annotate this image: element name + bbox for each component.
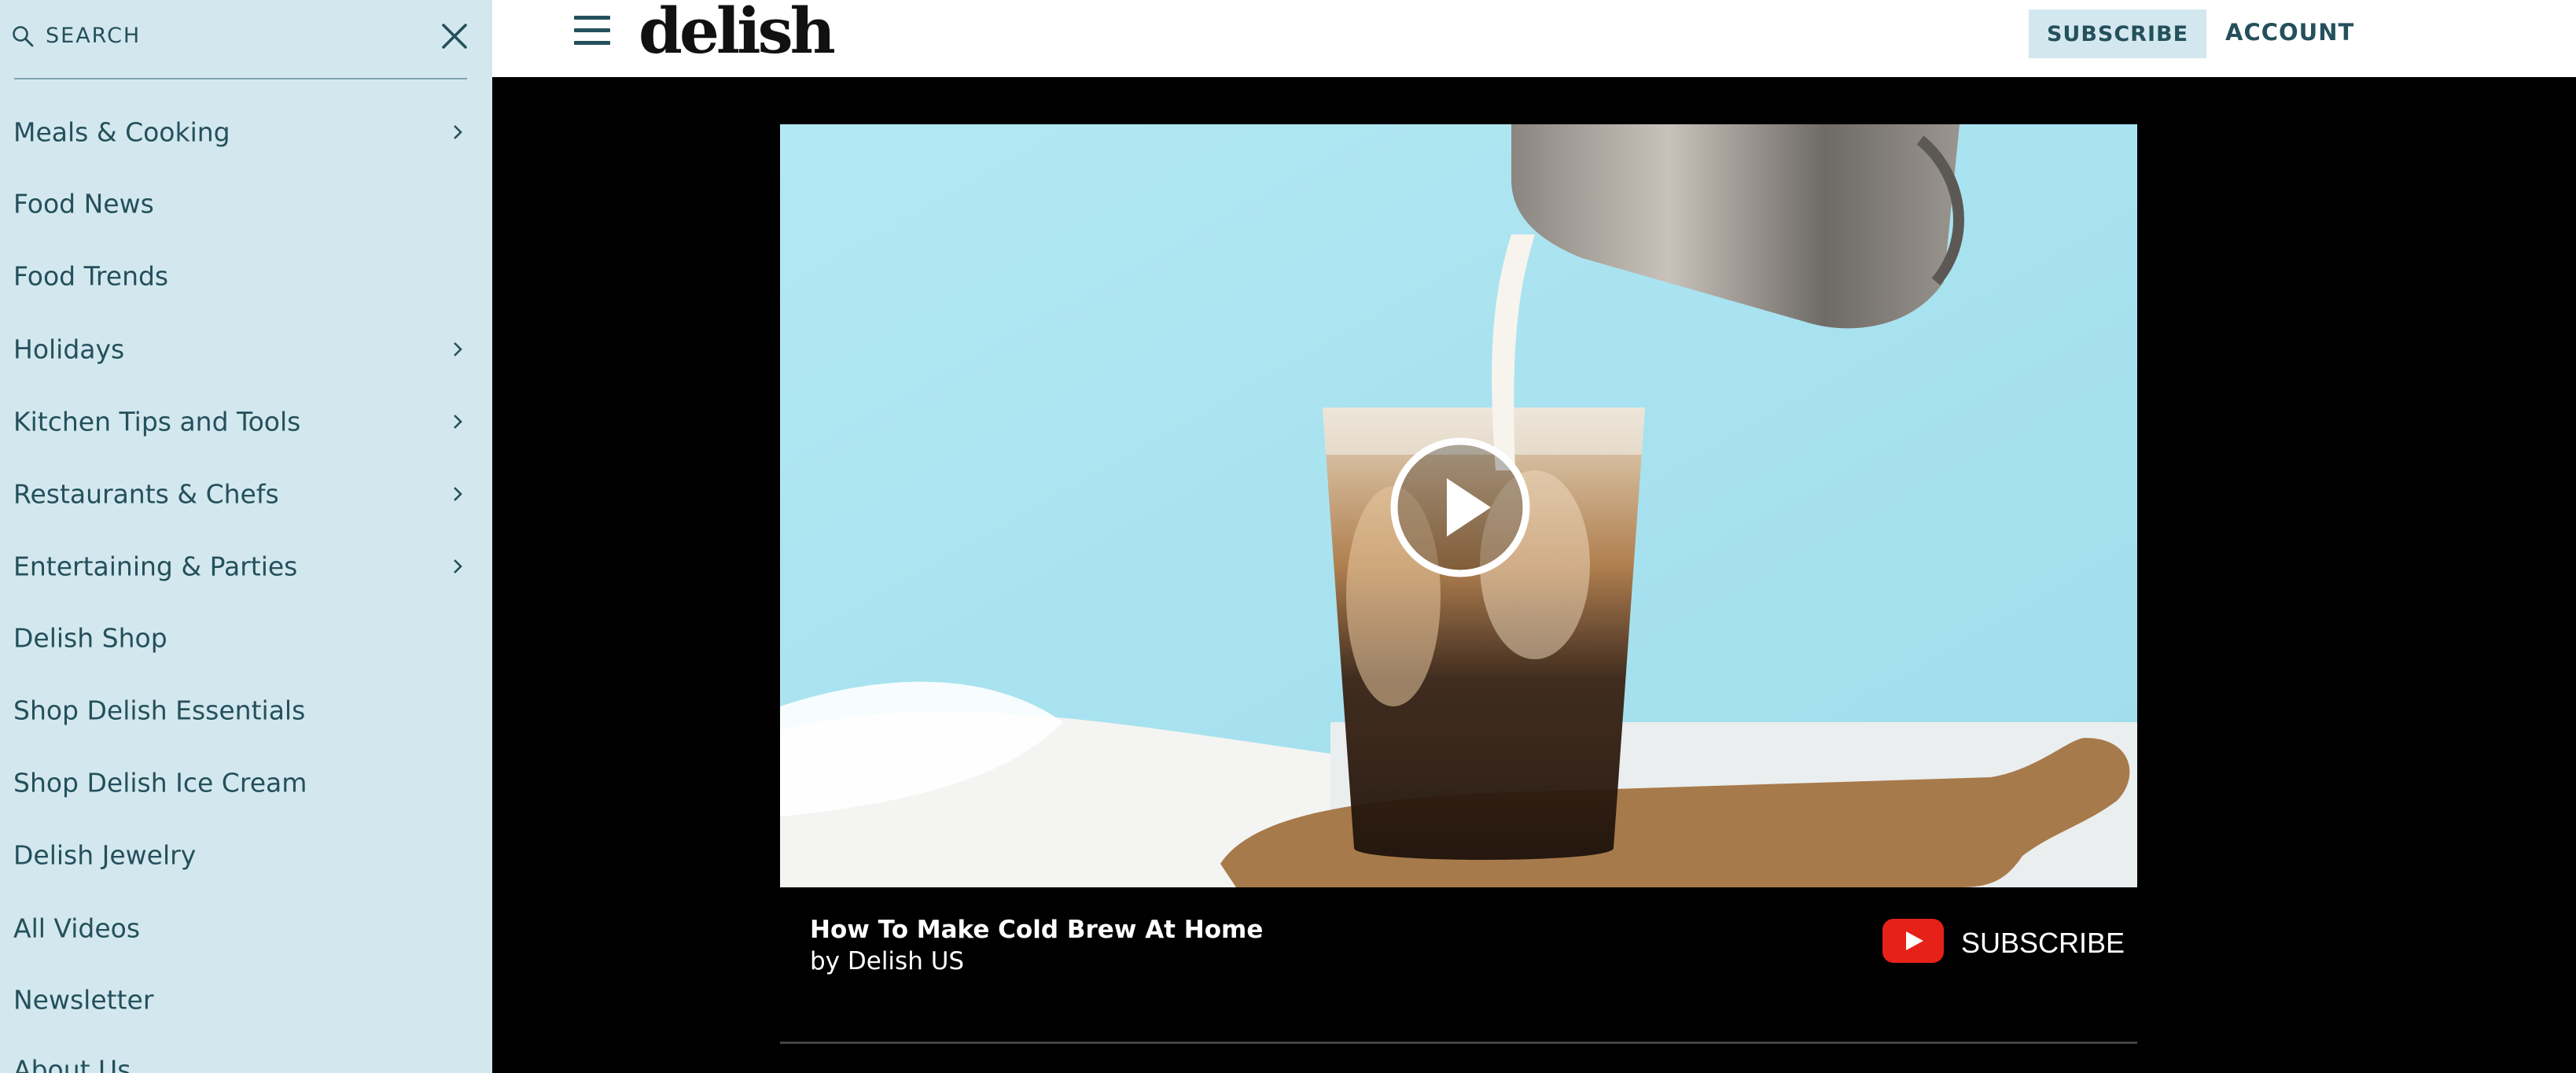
site-header: delish SUBSCRIBE ACCOUNT — [492, 0, 2576, 77]
video-author: by Delish US — [810, 947, 965, 975]
sidebar-item-label: Restaurants & Chefs — [13, 478, 279, 510]
chevron-right-icon — [454, 415, 462, 429]
sidebar-item-label: Kitchen Tips and Tools — [13, 406, 301, 437]
sidebar-item-all-videos[interactable]: All Videos — [0, 897, 492, 960]
sidebar-item-entertaining-parties[interactable]: Entertaining & Parties — [0, 535, 492, 598]
chevron-right-icon — [454, 342, 462, 356]
sidebar-item-about-us[interactable]: About Us — [0, 1038, 492, 1073]
sidebar-menu: SEARCH Meals & Cooking Food News Food Tr… — [0, 0, 492, 1073]
sidebar-item-delish-shop[interactable]: Delish Shop — [0, 607, 492, 669]
sidebar-item-meals-cooking[interactable]: Meals & Cooking — [0, 101, 492, 164]
chevron-right-icon — [454, 125, 462, 139]
chevron-right-icon — [454, 487, 462, 501]
site-logo[interactable]: delish — [638, 0, 836, 68]
sidebar-item-holidays[interactable]: Holidays — [0, 318, 492, 381]
youtube-subscribe-label: SUBSCRIBE — [1961, 927, 2125, 959]
sidebar-item-label: Food News — [13, 188, 154, 219]
content-divider — [780, 1042, 2137, 1044]
subscribe-button[interactable]: SUBSCRIBE — [2029, 9, 2206, 58]
sidebar-item-label: Delish Jewelry — [13, 839, 197, 871]
sidebar-item-label: Shop Delish Essentials — [13, 695, 306, 726]
sidebar-item-label: Newsletter — [13, 984, 154, 1016]
sidebar-item-food-trends[interactable]: Food Trends — [0, 245, 492, 308]
sidebar-item-label: About Us — [13, 1054, 131, 1073]
search-input[interactable]: SEARCH — [46, 24, 141, 48]
play-button-icon[interactable] — [1390, 437, 1530, 577]
hamburger-menu-icon[interactable] — [574, 16, 610, 49]
video-title: How To Make Cold Brew At Home — [810, 916, 1264, 944]
sidebar-item-shop-delish-essentials[interactable]: Shop Delish Essentials — [0, 679, 492, 742]
search-divider — [14, 78, 467, 79]
sidebar-item-delish-jewelry[interactable]: Delish Jewelry — [0, 824, 492, 887]
sidebar-item-label: All Videos — [13, 913, 141, 944]
search-icon — [13, 26, 34, 47]
account-link[interactable]: ACCOUNT — [2225, 19, 2354, 46]
sidebar-item-label: Meals & Cooking — [13, 116, 230, 148]
chevron-right-icon — [454, 559, 462, 573]
close-icon[interactable] — [439, 20, 470, 52]
sidebar-item-label: Entertaining & Parties — [13, 551, 298, 582]
sidebar-item-newsletter[interactable]: Newsletter — [0, 968, 492, 1031]
sidebar-item-label: Holidays — [13, 334, 125, 365]
search-bar[interactable]: SEARCH — [0, 0, 492, 76]
sidebar-item-label: Shop Delish Ice Cream — [13, 767, 307, 798]
sidebar-item-food-news[interactable]: Food News — [0, 172, 492, 235]
sidebar-item-kitchen-tips[interactable]: Kitchen Tips and Tools — [0, 390, 492, 453]
sidebar-item-restaurants-chefs[interactable]: Restaurants & Chefs — [0, 463, 492, 525]
sidebar-item-label: Delish Shop — [13, 622, 167, 654]
sidebar-item-shop-delish-ice-cream[interactable]: Shop Delish Ice Cream — [0, 751, 492, 814]
youtube-icon — [1882, 919, 1944, 963]
sidebar-item-label: Food Trends — [13, 260, 169, 292]
